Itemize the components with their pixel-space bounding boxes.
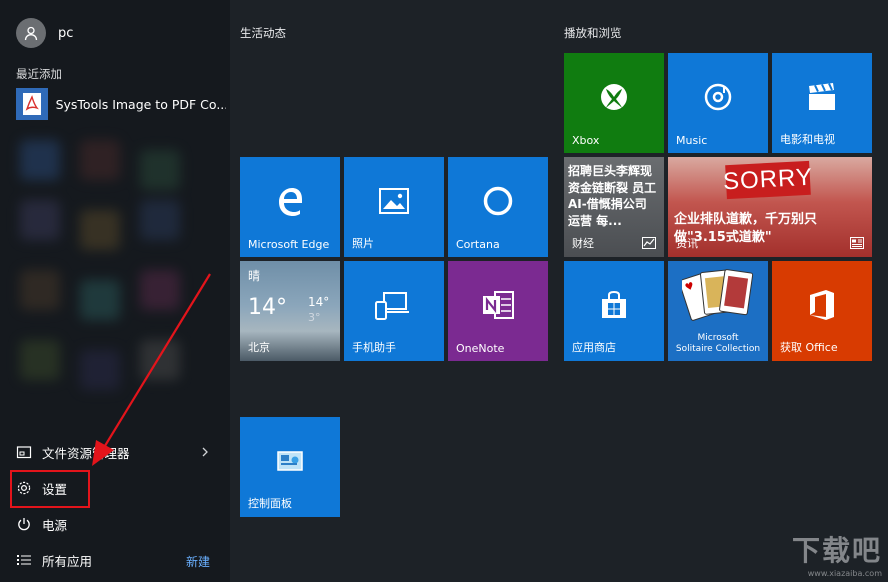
chart-icon [642,237,656,249]
xbox-icon [601,84,627,110]
tile-edge[interactable]: Microsoft Edge [240,157,340,257]
group-title-life: 生活动态 [240,26,286,40]
tile-onenote[interactable]: OneNote [448,261,548,361]
sorry-sign-text: SORRY [722,163,814,196]
clapperboard-icon [809,83,835,110]
tile-photos[interactable]: 照片 [344,157,444,257]
tile-movies-label: 电影和电视 [780,133,835,146]
store-bag-icon [602,290,626,318]
music-disc-icon [704,83,732,111]
tile-weather[interactable]: 晴 14° 14° 3° 北京 [240,261,340,361]
tile-music[interactable]: Music [668,53,768,153]
list-icon [17,555,31,565]
power-icon [18,518,30,531]
office-icon [810,290,834,320]
edge-icon [279,188,302,216]
all-apps-item[interactable]: 所有应用 [16,549,92,571]
tile-cortana-label: Cortana [456,238,500,251]
recent-heading: 最近添加 [16,67,62,81]
tile-phone[interactable]: 手机助手 [344,261,444,361]
watermark-url: www.xiazaiba.com [807,569,882,578]
tile-control-panel[interactable]: 控制面板 [240,417,340,517]
solitaire-title: Microsoft Solitaire Collection [668,333,768,355]
finance-headline: 招聘巨头李辉现资金链断裂 员工AI-借慨捐公司运营 每... [568,164,657,228]
tile-finance[interactable]: 招聘巨头李辉现资金链断裂 员工AI-借慨捐公司运营 每... 财经 [564,157,664,257]
tile-finance-label: 财经 [572,237,594,250]
watermark-logo: 下载吧 [791,534,882,567]
group-title-play: 播放和浏览 [564,26,622,40]
tile-office-label: 获取 Office [780,341,838,354]
power-item[interactable]: 电源 [16,513,67,535]
all-apps-label: 所有应用 [42,553,93,569]
weather-temp: 14° [248,295,287,320]
playing-cards-icon: ♥ [682,269,754,321]
tile-movies[interactable]: 电影和电视 [772,53,872,153]
new-link[interactable]: 新建 [186,553,210,570]
tile-control-panel-label: 控制面板 [248,497,292,510]
user-avatar-icon [16,18,46,48]
solitaire-line1: Microsoft [697,333,739,343]
solitaire-line2: Solitaire Collection [675,344,761,354]
tile-cortana[interactable]: Cortana [448,157,548,257]
tile-office[interactable]: 获取 Office [772,261,872,361]
weather-condition: 晴 [248,269,261,283]
photo-icon [379,188,409,214]
sorry-sign: SORRY [722,160,814,200]
power-label: 电源 [42,517,68,533]
news-headline: 企业排队道歉，千万别只做"3.15式道歉" [674,212,818,245]
cortana-icon [483,186,513,216]
user-name: pc [58,25,74,41]
weather-high: 14° [308,295,330,309]
recent-app-label: SysTools Image to PDF Co... [55,96,226,112]
newspaper-icon [850,237,864,249]
weather-city: 北京 [248,341,270,354]
watermark: 下载吧 www.xiazaiba.com [792,529,882,578]
tile-xbox[interactable]: Xbox [564,53,664,153]
tile-edge-label: Microsoft Edge [248,238,330,251]
weather-low: 3° [308,311,321,324]
tile-xbox-label: Xbox [572,134,600,147]
recent-app-item[interactable]: SysTools Image to PDF Co... [16,88,226,120]
folder-icon [16,446,32,459]
tile-music-label: Music [676,134,708,147]
tile-onenote-label: OneNote [456,342,505,355]
control-panel-icon [277,451,303,471]
onenote-icon [483,291,514,319]
tile-store[interactable]: 应用商店 [564,261,664,361]
tile-news-label: 资讯 [676,237,698,250]
tile-phone-label: 手机助手 [352,341,396,354]
tile-photos-label: 照片 [352,237,374,250]
pdf-app-icon [16,88,48,120]
settings-highlight-box [10,470,90,508]
tile-solitaire[interactable]: ♥ Microsoft Solitaire Collection [668,261,768,361]
red-arrow-annotation [92,273,211,466]
user-account[interactable]: pc [16,18,73,48]
phone-laptop-icon [375,292,409,320]
tile-news[interactable]: SORRY 企业排队道歉，千万别只做"3.15式道歉" 资讯 [668,157,872,257]
tile-store-label: 应用商店 [572,341,616,354]
